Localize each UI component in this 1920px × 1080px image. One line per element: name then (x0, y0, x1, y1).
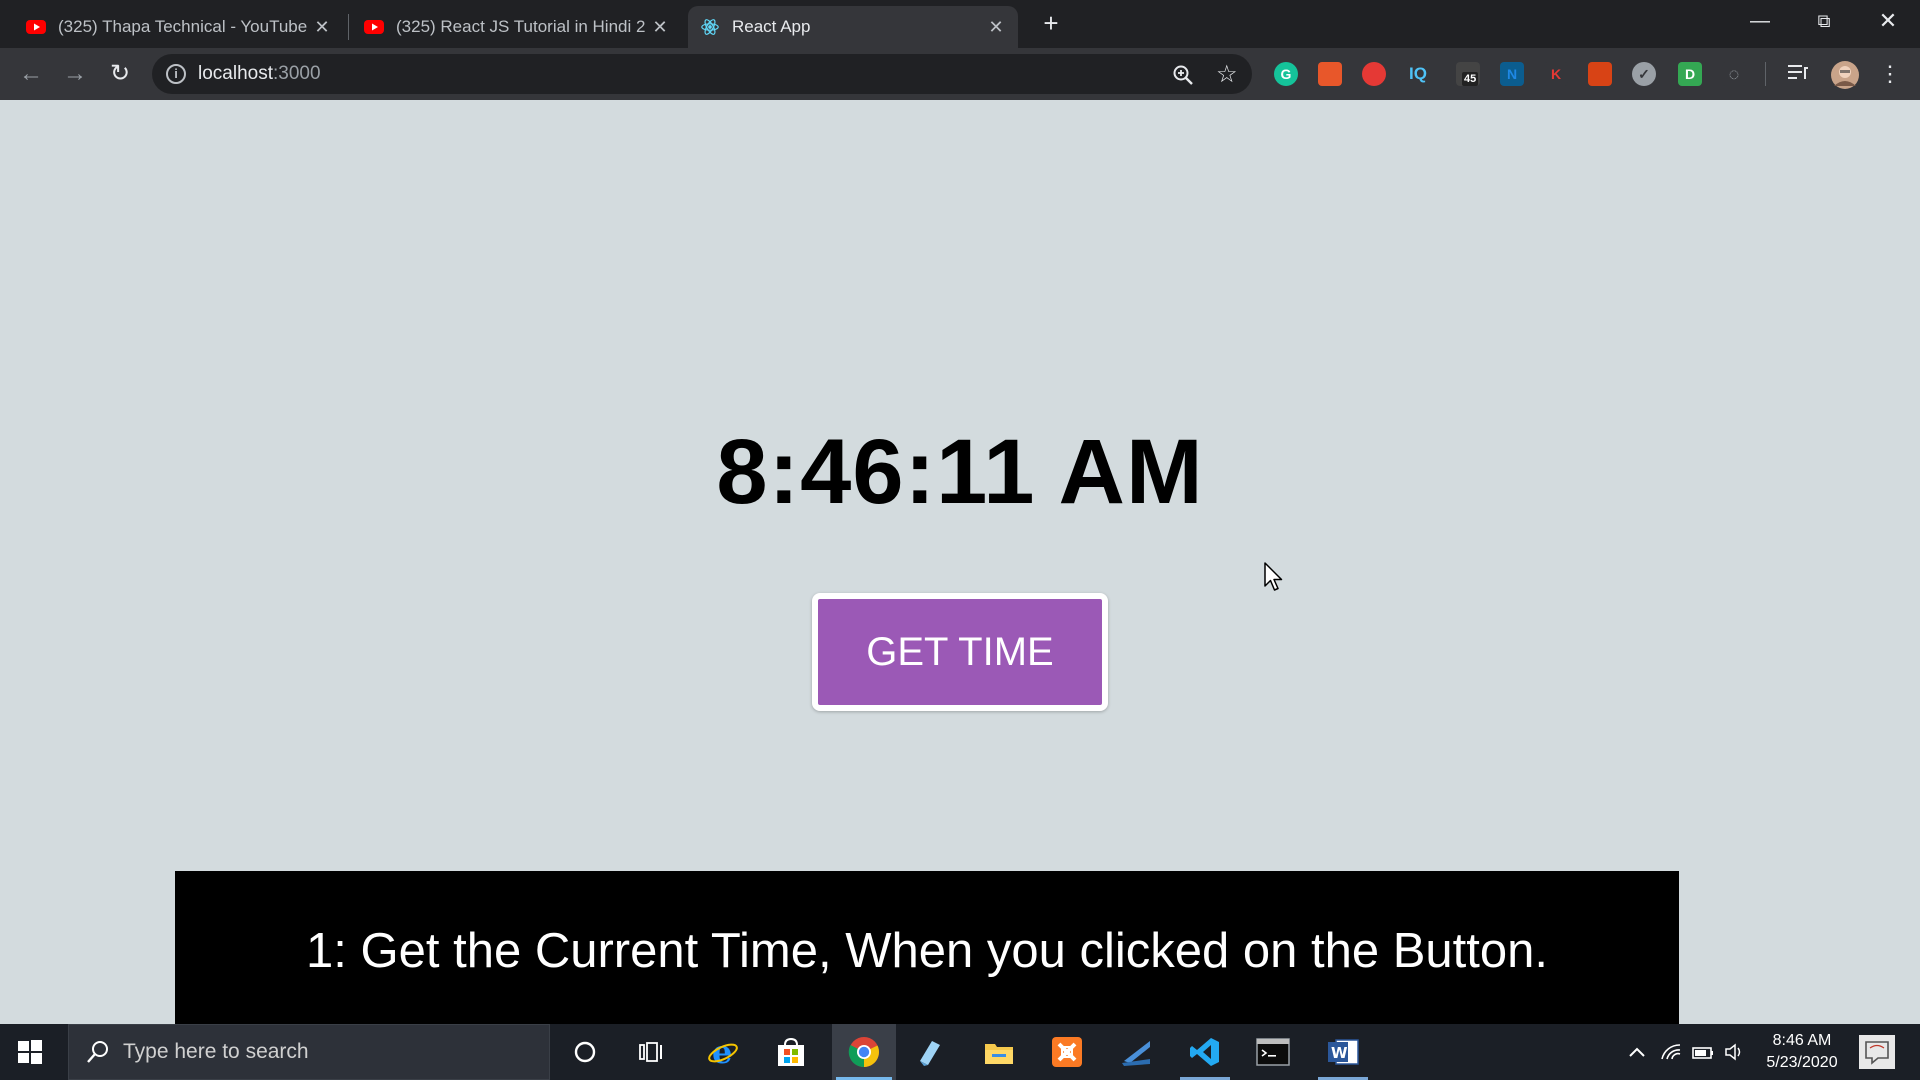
youtube-icon (26, 17, 46, 37)
youtube-icon (364, 17, 384, 37)
badge-ext-icon[interactable]: 45 (1456, 62, 1480, 86)
tab-title: (325) React JS Tutorial in Hindi 2 (396, 17, 646, 36)
action-center-icon[interactable] (1858, 1034, 1896, 1070)
snipping-tool-icon[interactable] (1108, 1024, 1166, 1080)
show-hidden-icons-chevron[interactable] (1622, 1024, 1652, 1080)
reload-button[interactable]: ↻ (105, 59, 135, 89)
tab-title: (325) Thapa Technical - YouTube (58, 17, 308, 36)
more-menu-icon[interactable]: ⋮ (1876, 60, 1904, 88)
volume-icon[interactable] (1720, 1024, 1750, 1080)
check-glyph: ✓ (1638, 66, 1650, 82)
close-tab-icon[interactable]: ✕ (986, 17, 1006, 38)
browser-toolbar: ← → ↻ i localhost:3000 ☆ G IQ 45 N K ✓ D… (0, 48, 1920, 100)
vscode-icon[interactable] (1176, 1024, 1234, 1080)
taskbar-clock[interactable]: 8:46 AM 5/23/2020 (1752, 1030, 1852, 1074)
cortana-icon[interactable] (556, 1024, 614, 1080)
react-app-page: 8:46:11 AM GET TIME 1: Get the Current T… (0, 100, 1920, 1024)
extension-badge: 45 (1462, 72, 1479, 86)
battery-icon[interactable] (1688, 1024, 1718, 1080)
close-tab-icon[interactable]: ✕ (312, 17, 332, 38)
media-queue-icon[interactable] (1784, 60, 1812, 88)
close-tab-icon[interactable]: ✕ (650, 17, 670, 38)
d-glyph: D (1684, 66, 1696, 82)
mouse-cursor-icon (1264, 562, 1284, 597)
forward-button[interactable]: → (60, 59, 90, 89)
task-view-icon[interactable] (622, 1024, 680, 1080)
address-bar[interactable]: i localhost:3000 ☆ (152, 54, 1252, 94)
restore-button[interactable]: ⧉ (1792, 2, 1856, 40)
browser-tab-strip: (325) Thapa Technical - YouTube ✕ (325) … (0, 0, 1920, 48)
n-ext-icon[interactable]: N (1500, 62, 1524, 86)
get-time-button[interactable]: GET TIME (812, 593, 1108, 711)
toolbar-divider (1765, 62, 1766, 86)
svg-text:e: e (712, 1036, 732, 1068)
xampp-icon[interactable] (1038, 1024, 1096, 1080)
grammarly-icon[interactable]: G (1274, 62, 1298, 86)
minimize-button[interactable]: — (1728, 2, 1792, 40)
zoom-icon[interactable] (1172, 64, 1194, 92)
grammarly-glyph: G (1280, 66, 1292, 82)
search-placeholder: Type here to search (123, 1040, 309, 1063)
word-icon[interactable]: W (1314, 1024, 1372, 1080)
tab-thapa-technical[interactable]: (325) Thapa Technical - YouTube ✕ (14, 6, 344, 48)
gift-ext-icon[interactable] (1588, 62, 1612, 86)
video-caption: 1: Get the Current Time, When you clicke… (175, 871, 1679, 1024)
red-ext-icon[interactable] (1362, 62, 1386, 86)
url-port: :3000 (273, 63, 321, 84)
react-icon (700, 17, 720, 37)
tab-title: React App (732, 17, 811, 36)
taskbar-date: 5/23/2020 (1766, 1054, 1838, 1071)
notepad-app-icon[interactable] (900, 1024, 958, 1080)
wifi-icon[interactable] (1656, 1024, 1686, 1080)
tab-react-tutorial[interactable]: (325) React JS Tutorial in Hindi 2 ✕ (352, 6, 682, 48)
d-ext-icon[interactable]: D (1678, 62, 1702, 86)
iq-glyph: IQ (1409, 64, 1427, 83)
store-icon[interactable] (762, 1024, 820, 1080)
url-host: localhost (198, 63, 273, 84)
back-button[interactable]: ← (16, 59, 46, 89)
k-glyph: K (1550, 66, 1562, 82)
grey-glyph: ◌ (1728, 64, 1740, 84)
k-ext-icon[interactable]: K (1544, 62, 1568, 86)
tab-divider (348, 14, 349, 40)
bookmark-ext-icon[interactable] (1318, 62, 1342, 86)
svg-text:W: W (1331, 1044, 1348, 1062)
current-time: 8:46:11 AM (716, 421, 1204, 523)
windows-start-icon[interactable] (16, 1038, 44, 1066)
terminal-icon[interactable] (1244, 1024, 1302, 1080)
info-icon[interactable]: i (166, 64, 186, 84)
file-explorer-icon[interactable] (970, 1024, 1028, 1080)
search-icon (85, 1039, 111, 1065)
grey-ext-icon[interactable]: ◌ (1722, 62, 1746, 86)
new-tab-button[interactable]: + (1038, 8, 1064, 38)
star-icon[interactable]: ☆ (1216, 60, 1238, 89)
url-text[interactable]: localhost:3000 (198, 63, 321, 85)
profile-avatar[interactable] (1830, 60, 1859, 89)
check-ext-icon[interactable]: ✓ (1632, 62, 1656, 86)
n-glyph: N (1506, 66, 1518, 82)
windows-taskbar: Type here to search e W 8:46 AM 5/23/202… (0, 1024, 1920, 1080)
taskbar-search-box[interactable]: Type here to search (68, 1024, 550, 1080)
chrome-icon[interactable] (832, 1024, 896, 1080)
internet-explorer-icon[interactable]: e (694, 1024, 752, 1080)
iq-ext-icon[interactable]: IQ (1406, 62, 1430, 86)
taskbar-time: 8:46 AM (1772, 1032, 1832, 1049)
close-window-button[interactable]: ✕ (1856, 2, 1920, 40)
tab-react-app[interactable]: React App ✕ (688, 6, 1018, 48)
